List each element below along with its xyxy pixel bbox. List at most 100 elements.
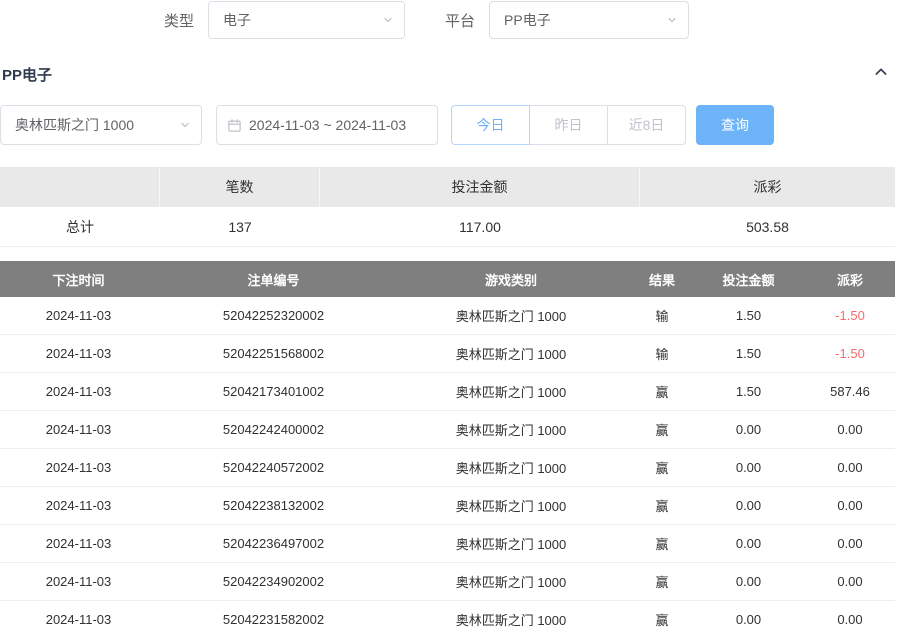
bet-amount-cell: 0.00 (692, 563, 805, 601)
summary-total-label: 总计 (0, 207, 160, 247)
order-no-cell: 52042240572002 (157, 449, 390, 487)
date-range-value: 2024-11-03 ~ 2024-11-03 (249, 117, 406, 133)
order-no-cell: 52042238132002 (157, 487, 390, 525)
result-cell: 赢 (632, 525, 692, 563)
order-no-cell: 52042231582002 (157, 601, 390, 629)
quick-range-last8days-button[interactable]: 近8日 (607, 105, 686, 145)
result-cell: 赢 (632, 373, 692, 411)
game-cell: 奥林匹斯之门 1000 (390, 601, 632, 629)
game-cell: 奥林匹斯之门 1000 (390, 411, 632, 449)
table-row: 2024-11-03 52042238132002 奥林匹斯之门 1000 赢 … (0, 487, 895, 525)
payout-cell: -1.50 (805, 335, 895, 373)
summary-total-row: 总计 137 117.00 503.58 (0, 207, 895, 247)
game-cell: 奥林匹斯之门 1000 (390, 335, 632, 373)
quick-range-today-button[interactable]: 今日 (451, 105, 530, 145)
platform-select[interactable]: PP电子 (489, 1, 689, 39)
records-table-body: 2024-11-03 52042252320002 奥林匹斯之门 1000 输 … (0, 297, 895, 629)
bet-amount-cell: 0.00 (692, 487, 805, 525)
query-bar: 奥林匹斯之门 1000 2024-11-03 ~ 2024-11-03 今日 昨… (0, 105, 903, 145)
records-header-time: 下注时间 (0, 261, 157, 297)
order-no-cell: 52042234902002 (157, 563, 390, 601)
top-filter-bar: 类型 电子 平台 PP电子 (0, 0, 903, 40)
game-cell: 奥林匹斯之门 1000 (390, 449, 632, 487)
table-row: 2024-11-03 52042236497002 奥林匹斯之门 1000 赢 … (0, 525, 895, 563)
result-cell: 赢 (632, 601, 692, 629)
bet-time-cell: 2024-11-03 (0, 297, 157, 335)
table-row: 2024-11-03 52042252320002 奥林匹斯之门 1000 输 … (0, 297, 895, 335)
summary-header-empty (0, 167, 160, 207)
bet-amount-cell: 1.50 (692, 335, 805, 373)
bet-amount-cell: 0.00 (692, 449, 805, 487)
order-no-cell: 52042236497002 (157, 525, 390, 563)
summary-table: 笔数 投注金额 派彩 总计 137 117.00 503.58 (0, 167, 895, 247)
order-no-cell: 52042173401002 (157, 373, 390, 411)
chevron-down-icon (179, 119, 191, 131)
date-range-picker[interactable]: 2024-11-03 ~ 2024-11-03 (216, 105, 438, 145)
payout-cell: -1.50 (805, 297, 895, 335)
payout-cell: 587.46 (805, 373, 895, 411)
bet-time-cell: 2024-11-03 (0, 449, 157, 487)
table-row: 2024-11-03 52042251568002 奥林匹斯之门 1000 输 … (0, 335, 895, 373)
chevron-down-icon (666, 14, 678, 26)
search-button[interactable]: 查询 (696, 105, 774, 145)
records-table: 下注时间 注单编号 游戏类别 结果 投注金额 派彩 2024-11-03 520… (0, 261, 895, 629)
bet-time-cell: 2024-11-03 (0, 373, 157, 411)
summary-count-value: 137 (160, 207, 320, 247)
order-no-cell: 52042242400002 (157, 411, 390, 449)
payout-cell: 0.00 (805, 601, 895, 629)
result-cell: 赢 (632, 487, 692, 525)
type-select[interactable]: 电子 (208, 1, 405, 39)
records-header-bet-amount: 投注金额 (692, 261, 805, 297)
section-header: PP电子 (0, 64, 903, 84)
game-cell: 奥林匹斯之门 1000 (390, 563, 632, 601)
bet-amount-cell: 0.00 (692, 601, 805, 629)
table-row: 2024-11-03 52042231582002 奥林匹斯之门 1000 赢 … (0, 601, 895, 629)
bet-time-cell: 2024-11-03 (0, 335, 157, 373)
result-cell: 输 (632, 297, 692, 335)
game-select[interactable]: 奥林匹斯之门 1000 (0, 105, 202, 145)
bet-time-cell: 2024-11-03 (0, 563, 157, 601)
payout-cell: 0.00 (805, 487, 895, 525)
bet-amount-cell: 0.00 (692, 411, 805, 449)
records-header-game: 游戏类别 (390, 261, 632, 297)
order-no-cell: 52042251568002 (157, 335, 390, 373)
quick-range-group: 今日 昨日 近8日 (451, 105, 686, 145)
result-cell: 赢 (632, 449, 692, 487)
section-title: PP电子 (2, 64, 52, 85)
type-select-value: 电子 (223, 10, 251, 30)
bet-time-cell: 2024-11-03 (0, 411, 157, 449)
game-select-value: 奥林匹斯之门 1000 (15, 115, 134, 135)
game-cell: 奥林匹斯之门 1000 (390, 373, 632, 411)
table-row: 2024-11-03 52042240572002 奥林匹斯之门 1000 赢 … (0, 449, 895, 487)
summary-header-payout: 派彩 (640, 167, 895, 207)
bet-time-cell: 2024-11-03 (0, 525, 157, 563)
records-header-payout: 派彩 (805, 261, 895, 297)
result-cell: 赢 (632, 411, 692, 449)
payout-cell: 0.00 (805, 411, 895, 449)
table-row: 2024-11-03 52042173401002 奥林匹斯之门 1000 赢 … (0, 373, 895, 411)
summary-payout-value: 503.58 (640, 207, 895, 247)
summary-header-row: 笔数 投注金额 派彩 (0, 167, 895, 207)
table-row: 2024-11-03 52042234902002 奥林匹斯之门 1000 赢 … (0, 563, 895, 601)
platform-label: 平台 (445, 10, 475, 31)
collapse-section-button[interactable] (873, 64, 889, 85)
payout-cell: 0.00 (805, 449, 895, 487)
chevron-down-icon (382, 14, 394, 26)
bet-amount-cell: 0.00 (692, 525, 805, 563)
game-cell: 奥林匹斯之门 1000 (390, 487, 632, 525)
payout-cell: 0.00 (805, 525, 895, 563)
result-cell: 输 (632, 335, 692, 373)
payout-cell: 0.00 (805, 563, 895, 601)
page: 类型 电子 平台 PP电子 PP电子 奥林匹斯之门 1000 (0, 0, 903, 629)
summary-header-count: 笔数 (160, 167, 320, 207)
type-label: 类型 (164, 10, 194, 31)
records-header-order-no: 注单编号 (157, 261, 390, 297)
table-row: 2024-11-03 52042242400002 奥林匹斯之门 1000 赢 … (0, 411, 895, 449)
chevron-up-icon (873, 64, 889, 85)
quick-range-yesterday-button[interactable]: 昨日 (529, 105, 608, 145)
records-header-row: 下注时间 注单编号 游戏类别 结果 投注金额 派彩 (0, 261, 895, 297)
bet-amount-cell: 1.50 (692, 297, 805, 335)
game-cell: 奥林匹斯之门 1000 (390, 525, 632, 563)
bet-amount-cell: 1.50 (692, 373, 805, 411)
game-cell: 奥林匹斯之门 1000 (390, 297, 632, 335)
